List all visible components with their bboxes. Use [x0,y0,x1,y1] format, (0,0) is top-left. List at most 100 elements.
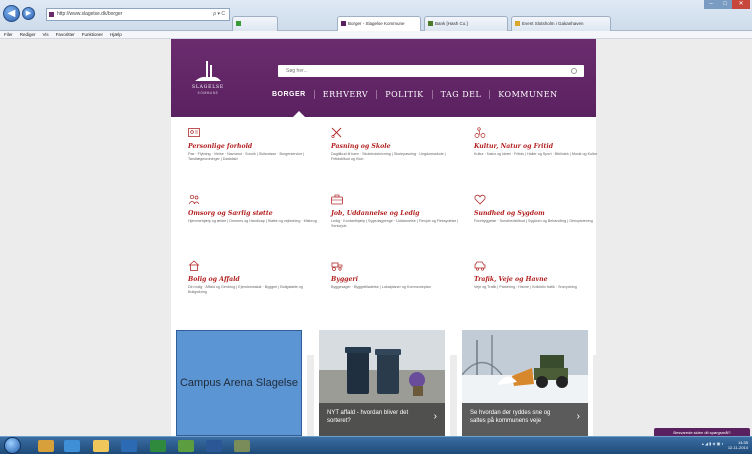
system-tray[interactable]: ▴ ◢ ▮ ◈ ▣ ◐ [702,441,724,446]
taskbar-explorer-icon[interactable] [38,440,54,452]
maximize-button[interactable]: □ [718,0,732,9]
menu-item[interactable]: Favoritter [56,31,75,38]
category-title[interactable]: Bolig og Affald [188,276,320,283]
menu-item[interactable]: Rediger [20,31,36,38]
tab-favicon [428,21,433,26]
menu-item[interactable]: Funktioner [82,31,103,38]
category-links[interactable]: Kultur · Natur og Idræt · Fritids | Hall… [474,152,606,157]
category-links[interactable]: Dagtilbud til børn · Skoleindskrivning |… [331,152,463,162]
tab-favicon [341,21,346,26]
tractor-icon [331,262,343,271]
scissors-pencil-icon [331,127,342,139]
tab-label: Borger - Slagelse Kommune [348,21,405,26]
category-title[interactable]: Sundhed og Sygdom [474,210,606,217]
main-navigation: BORGER ERHVERV POLITIK TAG DEL KOMMUNEN [264,90,566,99]
menu-bar: Filer Rediger Vis Favoritter Funktioner … [0,31,752,39]
minimize-button[interactable]: – [704,0,718,9]
category-byggeri[interactable]: Byggeri Byggesager · Byggetilladelse | L… [331,260,463,290]
category-links[interactable]: Pas · Flytning · Vielse · Navnand · Sund… [188,152,320,162]
taskbar-outlook-icon[interactable] [121,440,137,452]
logo-subtext: KOMMUNE [197,91,219,95]
category-trafik-veje-havne[interactable]: Trafik, Veje og Havne Veje og Trafik | P… [474,260,606,290]
category-links[interactable]: Byggesager · Byggetilladelse | Lokalplan… [331,285,463,290]
id-card-icon [188,128,200,137]
category-title[interactable]: Omsorg og Særlig støtte [188,210,320,217]
address-url: http://www.slagelse.dk/borger [57,11,123,17]
category-links[interactable]: Hjemmehjælp og ældre | Demens og Handica… [188,219,320,224]
tile-caption-text: Se hvordan der ryddes sne og saltes på k… [470,410,551,424]
category-title[interactable]: Byggeri [331,276,463,283]
category-title[interactable]: Personlige forhold [188,143,320,150]
site-favicon [49,12,54,17]
tile-nyt-affald[interactable]: NYT affald - hvordan bliver det sorteret… [314,325,450,436]
category-links[interactable]: Veje og Trafik | Parkering · Havne | Kol… [474,285,606,290]
taskbar-folder-icon[interactable] [93,440,109,452]
menu-item[interactable]: Vis [43,31,49,38]
tile-campus-arena[interactable]: Campus Arena Slagelse [171,325,307,436]
category-title[interactable]: Job, Uddannelse og Ledig [331,210,463,217]
campus-arena-text: Campus Arena Slagelse [179,376,298,389]
search-icon[interactable] [571,68,577,74]
heart-icon [474,194,486,205]
tab-label: Bank [Hash Co.] [435,21,468,26]
clock-date: 12-11-2014 [727,445,748,450]
logo-church-icon [195,61,221,81]
taskbar-ie-icon[interactable] [64,440,80,452]
nav-kommunen[interactable]: KOMMUNEN [489,90,565,99]
taskbar-word-icon[interactable] [206,440,222,452]
search-input[interactable] [278,65,584,77]
windows-taskbar: ▴ ◢ ▮ ◈ ▣ ◐ 14:35 12-11-2014 [0,436,752,454]
chevron-right-icon: › [576,411,580,422]
menu-item[interactable]: Filer [4,31,13,38]
nav-erhverv[interactable]: ERHVERV [313,90,376,99]
start-button[interactable] [4,437,21,454]
tab-new[interactable] [232,16,278,31]
nav-borger[interactable]: BORGER [264,91,314,98]
figure-bike-icon [474,127,486,138]
nav-tag-del[interactable]: TAG DEL [431,90,490,99]
car-icon [474,261,486,271]
close-button[interactable]: ✕ [732,0,750,9]
category-pasning-og-skole[interactable]: Pasning og Skole Dagtilbud til børn · Sk… [331,127,463,162]
web-page: HJÆLP/INFO ✕ SLAGELSE KOMMUNE BORGER ERH… [0,39,752,437]
taskbar-app-icon[interactable] [178,440,194,452]
tab-favicon [236,21,241,26]
briefcase-icon [331,194,343,205]
address-tools[interactable]: ρ ▾ C [213,9,225,20]
tab-borger[interactable]: Borger - Slagelse Kommune [337,16,421,31]
category-panel: Personlige forhold Pas · Flytning · Viel… [171,117,597,355]
campus-arena-banner[interactable]: Campus Arena Slagelse [176,330,302,436]
category-links[interactable]: Din bolig · Affald og Genbrug | Ejendoms… [188,285,320,295]
category-title[interactable]: Pasning og Skole [331,143,463,150]
logo-text: SLAGELSE [192,85,224,90]
category-links[interactable]: Forebyggelse · Sundhedstilbud | Sygdom o… [474,219,606,224]
nav-politik[interactable]: POLITIK [376,90,431,99]
site-header: SLAGELSE KOMMUNE BORGER ERHVERV POLITIK … [171,39,596,117]
category-sundhed-og-sygdom[interactable]: Sundhed og Sygdom Forebyggelse · Sundhed… [474,194,606,224]
taskbar-excel-icon[interactable] [150,440,166,452]
clock[interactable]: 14:35 12-11-2014 [728,440,748,450]
tile-caption-text: NYT affald - hvordan bliver det sorteret… [327,410,409,424]
tile-caption[interactable]: Se hvordan der ryddes sne og saltes på k… [462,403,588,436]
taskbar-paint-icon[interactable] [234,440,250,452]
house-icon [188,260,200,271]
tile-snerydning[interactable]: Se hvordan der ryddes sne og saltes på k… [457,325,593,436]
back-button[interactable]: ◀ [3,5,20,22]
category-omsorg-saerlig-stoette[interactable]: Omsorg og Særlig støtte Hjemmehjælp og æ… [188,194,320,224]
category-links[interactable]: Ledig · Kontanthjælp | Sygedagpenge · Ud… [331,219,463,229]
category-kultur-natur-fritid[interactable]: Kultur, Natur og Fritid Kultur · Natur o… [474,127,606,157]
tab-label: Event Slotsholm i Gakanhaven [522,21,584,26]
chevron-right-icon: › [433,411,437,422]
category-title[interactable]: Trafik, Veje og Havne [474,276,606,283]
tab-bank[interactable]: Bank [Hash Co.] [424,16,508,31]
category-job-uddannelse-ledig[interactable]: Job, Uddannelse og Ledig Ledig · Kontant… [331,194,463,229]
tab-event[interactable]: Event Slotsholm i Gakanhaven [511,16,611,31]
category-personlige-forhold[interactable]: Personlige forhold Pas · Flytning · Viel… [188,127,320,162]
category-title[interactable]: Kultur, Natur og Fritid [474,143,606,150]
tile-caption[interactable]: NYT affald - hvordan bliver det sorteret… [319,403,445,436]
category-bolig-og-affald[interactable]: Bolig og Affald Din bolig · Affald og Ge… [188,260,320,295]
forward-button[interactable]: ▶ [22,7,35,20]
site-logo[interactable]: SLAGELSE KOMMUNE [183,61,233,103]
address-bar[interactable]: http://www.slagelse.dk/borger ρ ▾ C [46,8,230,21]
menu-item[interactable]: Hjælp [110,31,122,38]
